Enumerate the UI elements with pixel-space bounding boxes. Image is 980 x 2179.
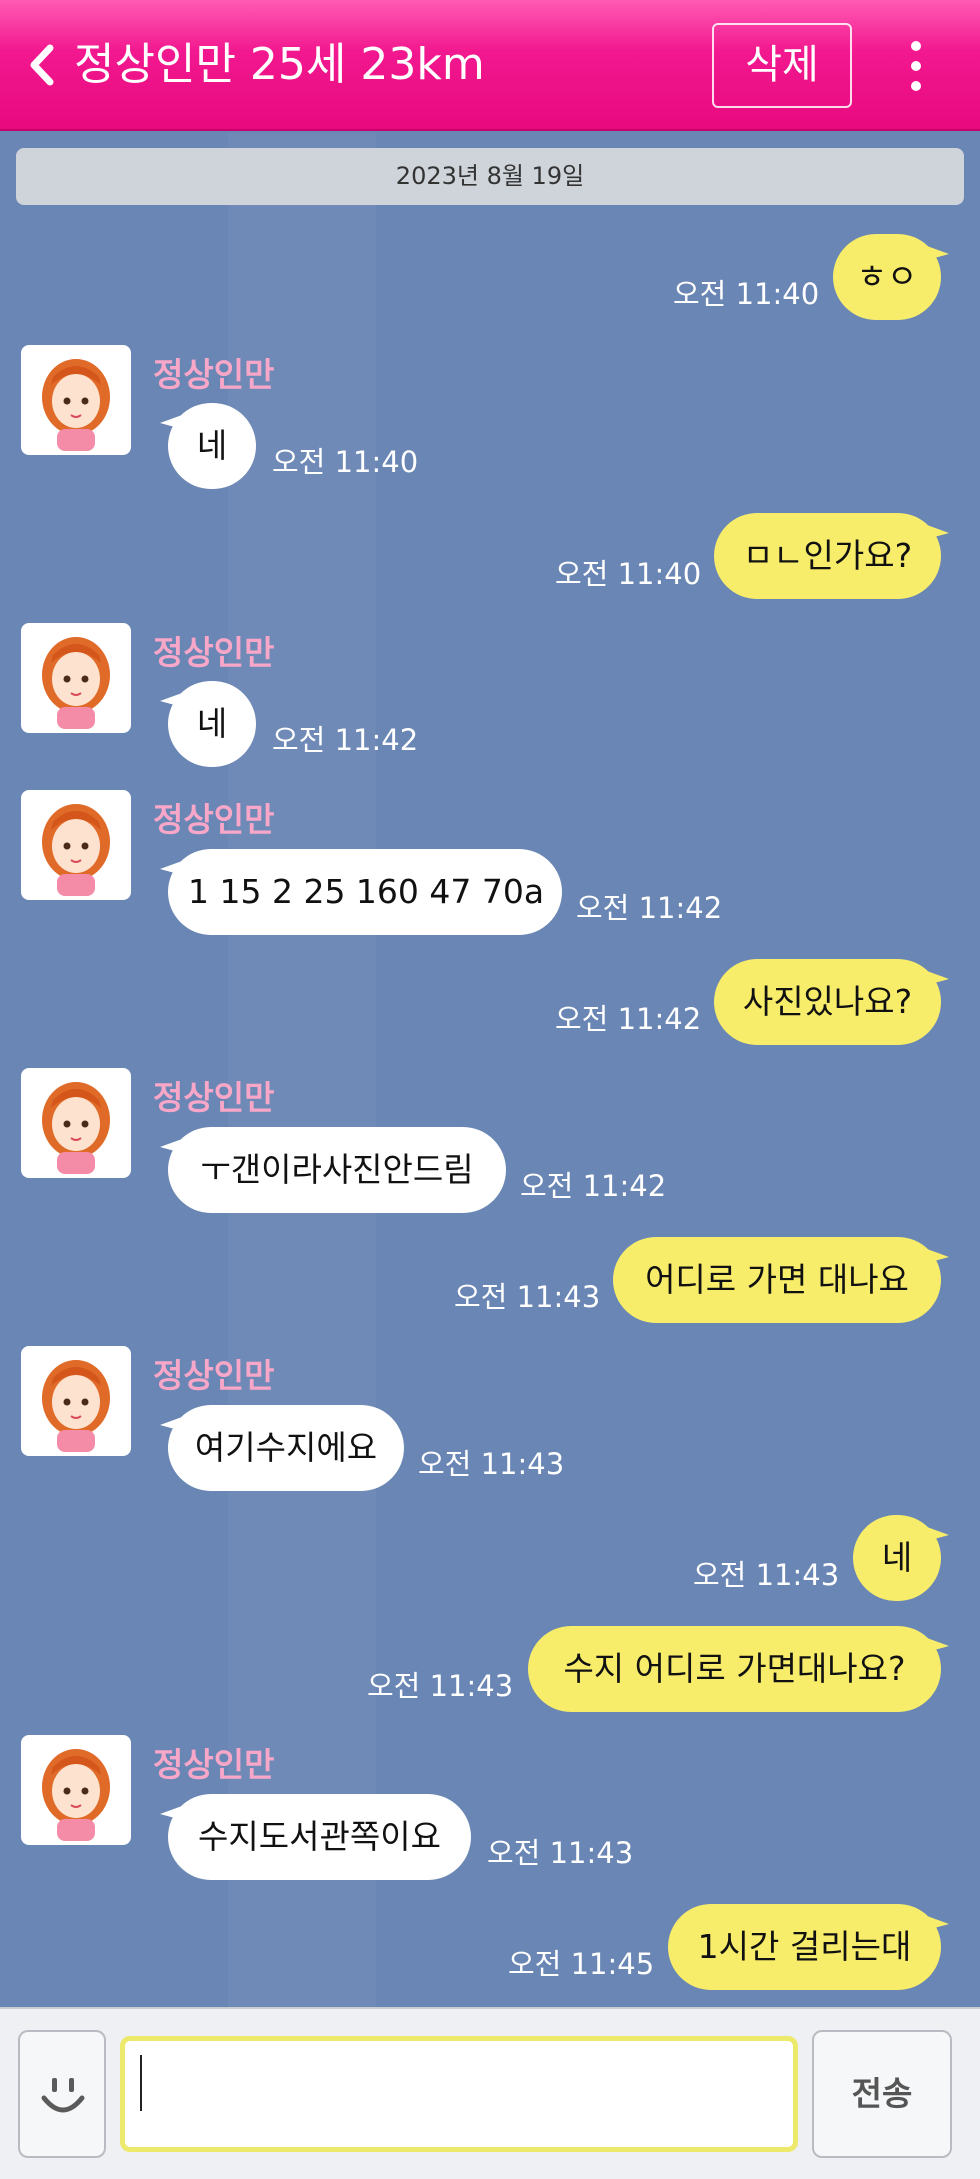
message-input[interactable] [120, 2036, 798, 2152]
message-time: 오전 11:43 [487, 1836, 634, 1870]
message-list[interactable]: 2023년 8월 19일 오전 11:40 ㅎㅇ 정상인만 네 오전 11:40… [0, 133, 980, 2007]
received-message[interactable]: 수지도서관쪽이요 [168, 1794, 471, 1880]
girl-avatar-icon [42, 1082, 110, 1174]
message-time: 오전 11:43 [454, 1280, 601, 1314]
back-chevron-icon[interactable] [22, 40, 62, 90]
girl-avatar-icon [42, 1360, 110, 1452]
avatar[interactable] [21, 1068, 131, 1178]
send-button[interactable]: 전송 [812, 2030, 952, 2158]
received-message[interactable]: 여기수지에요 [168, 1405, 404, 1491]
avatar[interactable] [21, 623, 131, 733]
sent-message[interactable]: ㅎㅇ [833, 234, 941, 320]
sender-name: 정상인만 [153, 1745, 275, 1784]
avatar[interactable] [21, 1735, 131, 1845]
message-time: 오전 11:42 [555, 1002, 702, 1036]
girl-avatar-icon [42, 1749, 110, 1841]
message-time: 오전 11:43 [693, 1558, 840, 1592]
message-time: 오전 11:40 [555, 557, 702, 591]
sent-message[interactable]: 어디로 가면 대나요 [613, 1237, 941, 1323]
girl-avatar-icon [42, 637, 110, 729]
date-divider: 2023년 8월 19일 [16, 148, 964, 205]
emoji-button[interactable] [18, 2030, 106, 2158]
avatar[interactable] [21, 345, 131, 455]
sender-name: 정상인만 [153, 633, 275, 672]
smiley-icon [41, 2078, 85, 2113]
sender-name: 정상인만 [153, 800, 275, 839]
received-message[interactable]: 네 [168, 403, 256, 489]
chat-header: 정상인만 25세 23km 삭제 [0, 0, 980, 131]
sent-message[interactable]: ㅁㄴ인가요? [714, 513, 941, 599]
sent-message[interactable]: 사진있나요? [714, 959, 941, 1045]
message-input-bar: 전송 [0, 2007, 980, 2179]
delete-button[interactable]: 삭제 [712, 23, 852, 108]
message-time: 오전 11:42 [272, 723, 419, 757]
received-message[interactable]: 1 15 2 25 160 47 70a [168, 849, 562, 935]
message-time: 오전 11:42 [576, 891, 723, 925]
sent-message[interactable]: 네 [853, 1515, 941, 1601]
message-time: 오전 11:40 [673, 277, 820, 311]
message-time: 오전 11:42 [520, 1169, 667, 1203]
more-options-icon[interactable] [895, 36, 937, 96]
received-message[interactable]: ㅜ갠이라사진안드림 [168, 1127, 506, 1213]
received-message[interactable]: 네 [168, 681, 256, 767]
avatar[interactable] [21, 790, 131, 900]
sent-message[interactable]: 수지 어디로 가면대나요? [528, 1626, 941, 1712]
chat-title: 정상인만 25세 23km [74, 39, 485, 90]
sender-name: 정상인만 [153, 1356, 275, 1395]
message-time: 오전 11:40 [272, 445, 419, 479]
sent-message[interactable]: 1시간 걸리는대 [668, 1904, 941, 1990]
message-time: 오전 11:43 [367, 1669, 514, 1703]
girl-avatar-icon [42, 359, 110, 451]
avatar[interactable] [21, 1346, 131, 1456]
girl-avatar-icon [42, 804, 110, 896]
message-time: 오전 11:43 [418, 1447, 565, 1481]
sender-name: 정상인만 [153, 1078, 275, 1117]
sender-name: 정상인만 [153, 355, 275, 394]
message-time: 오전 11:45 [508, 1947, 655, 1981]
text-cursor [140, 2055, 142, 2111]
